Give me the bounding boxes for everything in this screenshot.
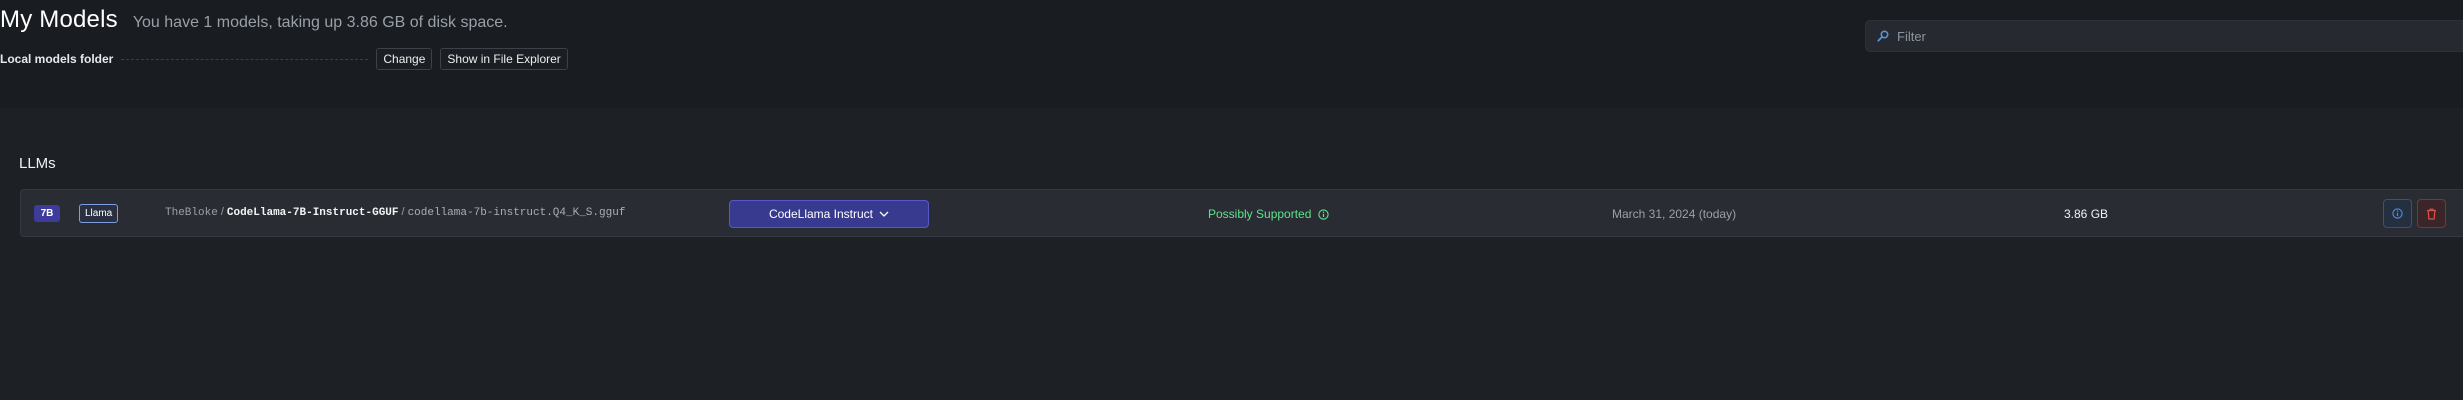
- path-separator: /: [401, 206, 405, 218]
- model-file-name: codellama-7b-instruct.Q4_K_S.gguf: [407, 207, 626, 219]
- section-title-llms: LLMs: [19, 155, 56, 172]
- header: My Models You have 1 models, taking up 3…: [0, 0, 2463, 108]
- delete-model-button[interactable]: [2417, 199, 2446, 228]
- filter-input[interactable]: [1895, 27, 2435, 45]
- filter-box[interactable]: [1865, 20, 2463, 52]
- info-circle-icon[interactable]: [1318, 208, 1330, 220]
- show-in-file-explorer-button[interactable]: Show in File Explorer: [440, 48, 568, 70]
- info-icon: [2392, 208, 2403, 219]
- param-size-badge: 7B: [34, 205, 60, 222]
- model-repo: CodeLlama-7B-Instruct-GGUF: [226, 207, 399, 219]
- folder-path-field: [121, 58, 369, 60]
- support-status: Possibly Supported: [1208, 207, 1330, 221]
- model-owner: TheBloke: [165, 207, 218, 219]
- download-date: March 31, 2024 (today): [1612, 207, 1737, 221]
- model-row[interactable]: 7B Llama TheBloke / CodeLlama-7B-Instruct-…: [20, 189, 2463, 237]
- model-info-button[interactable]: [2383, 199, 2412, 228]
- models-folder-row: Local models folder Change Show in File …: [0, 47, 576, 71]
- model-path: TheBloke / CodeLlama-7B-Instruct-GGUF / code…: [165, 206, 625, 219]
- architecture-badge: Llama: [79, 204, 119, 223]
- search-icon: [1876, 29, 1890, 43]
- preset-dropdown[interactable]: CodeLlama Instruct: [729, 200, 929, 228]
- page-title: My Models: [0, 6, 118, 33]
- disk-usage-summary: You have 1 models, taking up 3.86 GB of …: [132, 14, 508, 31]
- chevron-down-icon: [879, 211, 889, 217]
- support-status-label: Possibly Supported: [1208, 207, 1312, 221]
- title-row: My Models You have 1 models, taking up 3…: [0, 6, 508, 34]
- path-separator: /: [220, 206, 224, 218]
- trash-icon: [2426, 208, 2437, 220]
- model-file-size: 3.86 GB: [2064, 207, 2109, 221]
- folder-label: Local models folder: [0, 52, 114, 66]
- change-folder-button[interactable]: Change: [376, 48, 433, 70]
- preset-label: CodeLlama Instruct: [768, 207, 874, 221]
